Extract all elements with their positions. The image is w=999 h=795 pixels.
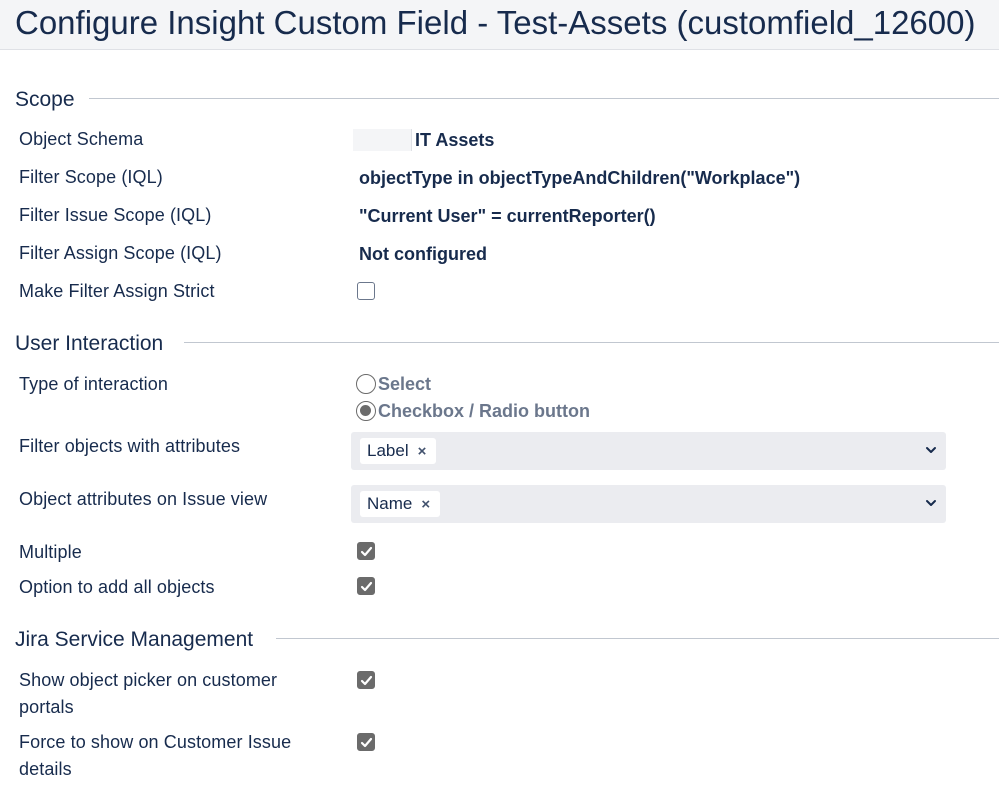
- add-all-objects-label: Option to add all objects: [19, 577, 215, 597]
- filter-issue-scope-value: "Current User" = currentReporter(): [359, 206, 656, 226]
- section-heading-user-interaction: User Interaction: [15, 332, 164, 355]
- make-filter-assign-strict-label: Make Filter Assign Strict: [19, 281, 215, 301]
- section-divider-scope: [89, 98, 999, 99]
- radio-checkbox-radio[interactable]: [356, 401, 376, 421]
- multiple-checkbox[interactable]: [357, 542, 375, 560]
- filter-issue-scope-label: Filter Issue Scope (IQL): [19, 205, 212, 225]
- section-divider-user-interaction: [184, 342, 999, 343]
- show-object-picker-checkbox[interactable]: [357, 671, 375, 689]
- filter-scope-label: Filter Scope (IQL): [19, 167, 163, 187]
- checkmark-icon: [360, 546, 373, 557]
- issue-view-attrs-tag: Name ×: [360, 491, 441, 517]
- filter-objects-tag: Label ×: [360, 438, 437, 464]
- show-object-picker-label: Show object picker on customer portals: [19, 670, 278, 717]
- filter-objects-label: Filter objects with attributes: [19, 436, 241, 456]
- type-of-interaction-label: Type of interaction: [19, 374, 168, 394]
- issue-view-attrs-select[interactable]: Name ×: [351, 485, 946, 523]
- section-divider-jsm: [276, 638, 999, 639]
- make-filter-assign-strict-checkbox[interactable]: [357, 282, 375, 300]
- chevron-down-icon[interactable]: [925, 497, 937, 509]
- schema-icon: [353, 129, 412, 151]
- radio-select[interactable]: [356, 374, 376, 394]
- issue-view-attrs-label: Object attributes on Issue view: [19, 489, 268, 509]
- radio-select-label: Select: [378, 374, 432, 394]
- filter-scope-value: objectType in objectTypeAndChildren("Wor…: [359, 168, 801, 188]
- filter-assign-scope-label: Filter Assign Scope (IQL): [19, 243, 222, 263]
- checkmark-icon: [360, 675, 373, 686]
- multiple-label: Multiple: [19, 542, 82, 562]
- object-schema-value: IT Assets: [415, 130, 495, 150]
- radio-checkbox-radio-label: Checkbox / Radio button: [378, 401, 591, 421]
- checkmark-icon: [360, 737, 373, 748]
- tag-label: Label: [367, 441, 409, 460]
- tag-label: Name: [367, 494, 413, 513]
- checkmark-icon: [360, 581, 373, 592]
- force-show-label: Force to show on Customer Issue details: [19, 732, 292, 779]
- section-heading-scope: Scope: [15, 88, 75, 111]
- filter-assign-scope-value: Not configured: [359, 244, 487, 264]
- filter-objects-select[interactable]: Label ×: [351, 432, 946, 470]
- page-header: Configure Insight Custom Field - Test-As…: [0, 0, 999, 50]
- add-all-objects-checkbox[interactable]: [357, 577, 375, 595]
- tag-remove-icon[interactable]: ×: [421, 496, 430, 513]
- force-show-checkbox[interactable]: [357, 733, 375, 751]
- tag-remove-icon[interactable]: ×: [418, 443, 427, 460]
- object-schema-label: Object Schema: [19, 129, 144, 149]
- chevron-down-icon[interactable]: [925, 444, 937, 456]
- section-heading-jsm: Jira Service Management: [15, 628, 254, 651]
- page-title: Configure Insight Custom Field - Test-As…: [15, 4, 976, 41]
